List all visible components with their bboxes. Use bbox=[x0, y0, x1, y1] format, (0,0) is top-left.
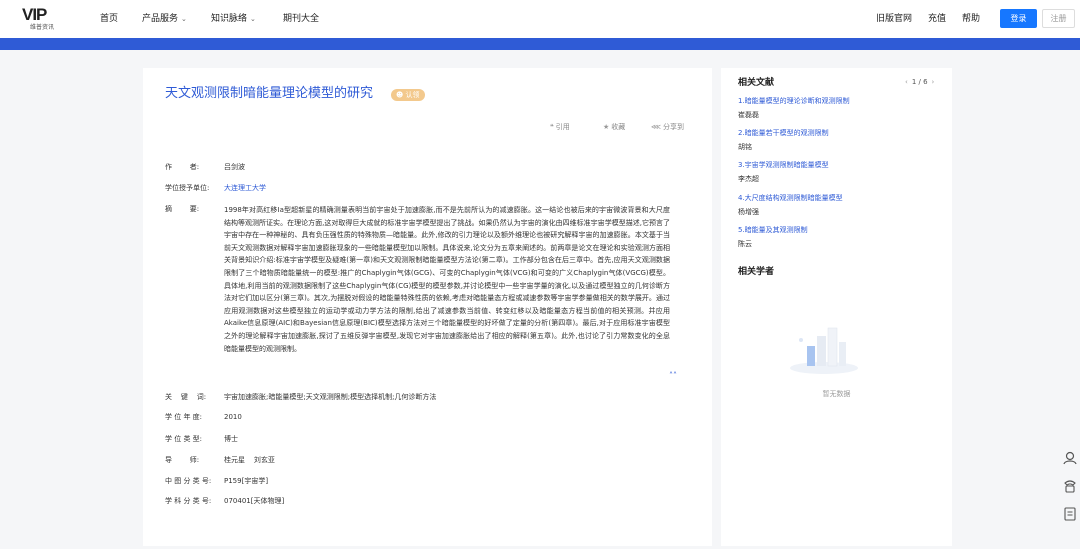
related-item-author: 杨增强 bbox=[738, 208, 759, 216]
phone-icon[interactable] bbox=[1062, 478, 1078, 494]
chevron-left-icon[interactable]: ‹ bbox=[905, 78, 908, 86]
article-detail-card: 天文观测限制暗能量理论模型的研究 ☻ 认领 ❝ 引用 ★ 收藏 ⋘ 分享到 作 者: … bbox=[143, 68, 712, 546]
top-navigation-bar: VIP 维普资讯 首页 产品服务 ⌄ 知识脉络 ⌄ 期刊大全 旧版官网 充值 帮助 … bbox=[0, 0, 1080, 38]
empty-data-illustration bbox=[790, 327, 858, 374]
related-item-title[interactable]: 3.宇宙学观测限制暗能量模型 bbox=[738, 161, 938, 170]
chevron-right-icon[interactable]: › bbox=[932, 78, 935, 86]
related-docs-title: 相关文献 bbox=[738, 78, 775, 88]
link-recharge[interactable]: 充值 bbox=[928, 13, 946, 25]
author-label: 作 者: bbox=[165, 163, 200, 171]
claim-badge[interactable]: ☻ 认领 bbox=[391, 89, 425, 101]
nav-knowledge[interactable]: 知识脉络 ⌄ bbox=[211, 13, 256, 25]
related-item[interactable]: 3.宇宙学观测限制暗能量模型 李杰超 bbox=[738, 161, 938, 184]
abstract-text: 1998年对高红移Ⅰa型超新星的精确测量表明当前宇宙处于加速膨胀,而不是先前所认… bbox=[224, 206, 670, 353]
nav-home[interactable]: 首页 bbox=[100, 13, 118, 25]
vip-logo[interactable]: VIP 维普资讯 bbox=[22, 6, 74, 32]
degree-value: 博士 bbox=[224, 435, 238, 443]
related-item-title[interactable]: 2.暗能量若干模型的观测限制 bbox=[738, 129, 938, 138]
star-icon: ★ bbox=[603, 123, 610, 131]
customer-service-icon[interactable] bbox=[1062, 450, 1078, 466]
related-item-title[interactable]: 1.暗能量模型的理论诊断和观测限制 bbox=[738, 97, 938, 106]
cite-button[interactable]: ❝ 引用 bbox=[550, 122, 570, 132]
empty-data-text: 暂无数据 bbox=[822, 390, 851, 398]
related-item-author: 李杰超 bbox=[738, 175, 759, 183]
favorite-button[interactable]: ★ 收藏 bbox=[603, 122, 625, 132]
nav-products[interactable]: 产品服务 ⌄ bbox=[142, 13, 187, 25]
subject-value: 070401[天体物理] bbox=[224, 497, 285, 505]
year-value: 2010 bbox=[224, 413, 242, 421]
link-help[interactable]: 帮助 bbox=[962, 13, 980, 25]
logo-mark: VIP bbox=[22, 5, 47, 24]
related-item[interactable]: 2.暗能量若干模型的观测限制 胡铭 bbox=[738, 129, 938, 152]
degree-label: 学 位 类 型: bbox=[165, 435, 203, 443]
chevron-down-icon: ⌄ bbox=[250, 15, 256, 23]
related-item-author: 胡铭 bbox=[738, 143, 752, 151]
related-scholars-title: 相关学者 bbox=[738, 267, 775, 277]
register-button[interactable]: 注册 bbox=[1042, 9, 1075, 28]
clc-value: P159[宇宙学] bbox=[224, 477, 269, 485]
sidebar-card: 相关文献 ‹ 1 / 6 › 1.暗能量模型的理论诊断和观测限制 崔磊磊 2.暗能量… bbox=[721, 68, 952, 546]
feedback-icon[interactable] bbox=[1062, 506, 1078, 522]
unit-link[interactable]: 大连理工大学 bbox=[224, 183, 266, 193]
advisor-label: 导 师: bbox=[165, 456, 200, 464]
subject-label: 学 科 分 类 号: bbox=[165, 497, 212, 505]
advisor-value[interactable]: 桂元星 刘玄亚 bbox=[224, 455, 275, 465]
keywords-label: 关 键 词: bbox=[165, 393, 207, 401]
related-item-title[interactable]: 4.大尺度结构观测限制暗能量模型 bbox=[738, 194, 938, 203]
related-pager: ‹ 1 / 6 › bbox=[905, 78, 935, 86]
author-value[interactable]: 吕剑波 bbox=[224, 162, 245, 172]
share-button[interactable]: ⋘ 分享到 bbox=[651, 122, 684, 132]
related-item-author: 崔磊磊 bbox=[738, 111, 759, 119]
share-icon: ⋘ bbox=[651, 123, 661, 131]
related-item[interactable]: 1.暗能量模型的理论诊断和观测限制 崔磊磊 bbox=[738, 97, 938, 120]
related-item-title[interactable]: 5.暗能量及其观测限制 bbox=[738, 226, 938, 235]
keywords-value[interactable]: 宇宙加速膨胀;暗能量模型;天文观测限制;模型选择机制;几何诊断方法 bbox=[224, 392, 436, 402]
logo-subtitle: 维普资讯 bbox=[30, 24, 55, 31]
unit-label: 学位授予单位: bbox=[165, 184, 210, 192]
nav-journals[interactable]: 期刊大全 bbox=[283, 13, 319, 25]
user-icon: ☻ bbox=[396, 91, 406, 99]
clc-label: 中 图 分 类 号: bbox=[165, 477, 212, 485]
quote-icon: ❝ bbox=[550, 123, 554, 131]
page-title: 天文观测限制暗能量理论模型的研究 bbox=[165, 86, 374, 101]
related-item[interactable]: 5.暗能量及其观测限制 陈云 bbox=[738, 226, 938, 249]
header-banner bbox=[0, 38, 1080, 50]
link-old-site[interactable]: 旧版官网 bbox=[876, 13, 912, 25]
login-button[interactable]: 登录 bbox=[1000, 9, 1037, 28]
year-label: 学 位 年 度: bbox=[165, 413, 203, 421]
chevron-down-icon: ⌄ bbox=[181, 15, 187, 23]
collapse-icon[interactable]: ˄˄ bbox=[669, 371, 677, 381]
related-item-author: 陈云 bbox=[738, 240, 752, 248]
related-item[interactable]: 4.大尺度结构观测限制暗能量模型 杨增强 bbox=[738, 194, 938, 217]
abstract-label: 摘 要: bbox=[165, 205, 200, 213]
